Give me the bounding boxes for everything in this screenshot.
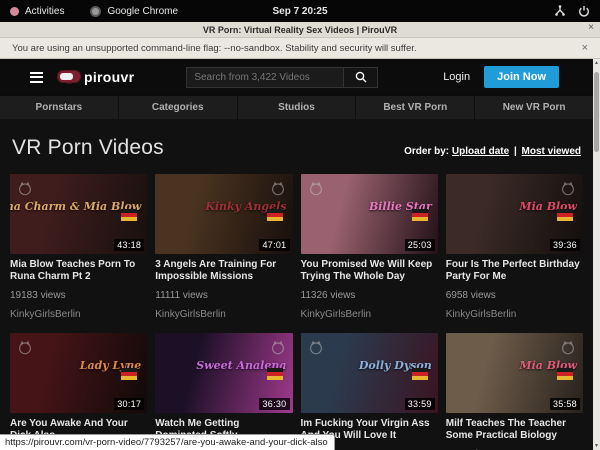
video-duration-badge: 30:17: [114, 398, 144, 410]
video-studio-link[interactable]: KinkyGirlsBerlin: [10, 309, 147, 320]
tab-title[interactable]: VR Porn: Virtual Reality Sex Videos | Pi…: [0, 25, 600, 35]
german-flag-icon: [557, 368, 573, 380]
video-duration-badge: 47:01: [259, 239, 289, 251]
video-grid: Runa Charm & Mia Blow 43:18 Mia Blow Tea…: [0, 172, 593, 450]
german-flag-icon: [267, 209, 283, 221]
video-views: 19183 views: [10, 290, 147, 301]
nav-item-pornstars[interactable]: Pornstars: [0, 96, 118, 119]
status-url-bubble: https://pirouvr.com/vr-porn-video/779325…: [0, 434, 335, 450]
video-views: 6958 views: [446, 290, 583, 301]
nav-item-categories[interactable]: Categories: [119, 96, 237, 119]
browser-tab-strip: VR Porn: Virtual Reality Sex Videos | Pi…: [0, 22, 600, 38]
video-duration-badge: 43:18: [114, 239, 144, 251]
page-viewport: pirouvr Login Join Now PornstarsCategori…: [0, 59, 593, 450]
video-thumbnail[interactable]: Lady Lyne 30:17: [10, 333, 147, 413]
german-flag-icon: [557, 209, 573, 221]
video-card[interactable]: Mia Blow 39:36 Four Is The Perfect Birth…: [446, 174, 583, 320]
cat-mask-watermark-icon: [16, 179, 34, 197]
video-studio-link[interactable]: KinkyGirlsBerlin: [155, 309, 292, 320]
hamburger-menu-icon[interactable]: [30, 72, 43, 83]
vertical-scrollbar[interactable]: ▲ ▼: [593, 59, 600, 450]
video-card[interactable]: Sweet Analena 36:30 Watch Me Getting Dom…: [155, 333, 292, 450]
site-logo[interactable]: pirouvr: [57, 69, 134, 85]
cat-mask-watermark-icon: [559, 179, 577, 197]
search-icon: [355, 71, 367, 83]
nav-item-studios[interactable]: Studios: [238, 96, 356, 119]
join-now-button[interactable]: Join Now: [484, 66, 559, 88]
video-card[interactable]: Lady Lyne 30:17 Are You Awake And Your D…: [10, 333, 147, 450]
nav-item-new-vr-porn[interactable]: New VR Porn: [475, 96, 593, 119]
order-by-label: Order by:: [404, 146, 449, 157]
network-icon[interactable]: [554, 5, 566, 17]
video-card[interactable]: Dolly Dyson 33:59 Im Fucking Your Virgin…: [301, 333, 438, 450]
video-title-link[interactable]: Mia Blow Teaches Porn To Runa Charm Pt 2: [10, 259, 147, 283]
video-duration-badge: 35:58: [550, 398, 580, 410]
cat-mask-watermark-icon: [16, 338, 34, 356]
vr-headset-icon: [57, 70, 81, 85]
cat-mask-watermark-icon: [307, 338, 325, 356]
system-top-bar: Activities Google Chrome Sep 7 20:25: [0, 0, 600, 22]
german-flag-icon: [412, 209, 428, 221]
nav-item-best-vr-porn[interactable]: Best VR Porn: [356, 96, 474, 119]
search-input[interactable]: [186, 67, 344, 88]
power-icon[interactable]: [578, 5, 590, 17]
order-by: Order by: Upload date | Most viewed: [404, 146, 581, 157]
browser-warning-bar: You are using an unsupported command-lin…: [0, 38, 600, 59]
video-card[interactable]: Kinky Angels 47:01 3 Angels Are Training…: [155, 174, 292, 320]
order-upload-date-link[interactable]: Upload date: [452, 146, 509, 157]
order-separator: |: [514, 146, 517, 157]
video-thumbnail[interactable]: Kinky Angels 47:01: [155, 174, 292, 254]
german-flag-icon: [267, 368, 283, 380]
warning-close-icon[interactable]: ×: [582, 42, 588, 54]
login-link[interactable]: Login: [443, 71, 470, 83]
video-thumbnail[interactable]: Mia Blow 39:36: [446, 174, 583, 254]
video-title-link[interactable]: Milf Teaches The Teacher Some Practical …: [446, 418, 583, 442]
video-title-link[interactable]: You Promised We Will Keep Trying The Who…: [301, 259, 438, 283]
cat-mask-watermark-icon: [269, 338, 287, 356]
video-card[interactable]: Mia Blow 35:58 Milf Teaches The Teacher …: [446, 333, 583, 450]
video-duration-badge: 39:36: [550, 239, 580, 251]
recording-indicator-icon: [10, 7, 19, 16]
site-header: pirouvr Login Join Now: [0, 59, 593, 95]
video-card[interactable]: Billie Star 25:03 You Promised We Will K…: [301, 174, 438, 320]
german-flag-icon: [121, 368, 137, 380]
video-studio-link[interactable]: KinkyGirlsBerlin: [446, 309, 583, 320]
main-nav: PornstarsCategoriesStudiosBest VR PornNe…: [0, 95, 593, 119]
page-title: VR Porn Videos: [12, 136, 164, 160]
scrollbar-thumb[interactable]: [594, 72, 599, 152]
scrollbar-up-icon[interactable]: ▲: [593, 60, 600, 66]
video-title-link[interactable]: Four Is The Perfect Birthday Party For M…: [446, 259, 583, 283]
video-duration-badge: 25:03: [405, 239, 435, 251]
video-thumbnail[interactable]: Sweet Analena 36:30: [155, 333, 292, 413]
video-duration-badge: 33:59: [405, 398, 435, 410]
video-thumbnail[interactable]: Dolly Dyson 33:59: [301, 333, 438, 413]
video-views: 11111 views: [155, 290, 292, 301]
german-flag-icon: [121, 209, 137, 221]
video-thumbnail[interactable]: Mia Blow 35:58: [446, 333, 583, 413]
focused-app-menu[interactable]: Google Chrome: [107, 6, 178, 17]
german-flag-icon: [412, 368, 428, 380]
video-duration-badge: 36:30: [259, 398, 289, 410]
logo-text: pirouvr: [84, 69, 134, 85]
activities-button[interactable]: Activities: [25, 6, 64, 17]
tab-close-icon[interactable]: ×: [588, 22, 594, 33]
cat-mask-watermark-icon: [269, 179, 287, 197]
search-button[interactable]: [344, 67, 378, 88]
chrome-icon: [90, 6, 101, 17]
video-card[interactable]: Runa Charm & Mia Blow 43:18 Mia Blow Tea…: [10, 174, 147, 320]
page-title-row: VR Porn Videos Order by: Upload date | M…: [0, 119, 593, 172]
scrollbar-down-icon[interactable]: ▼: [593, 443, 600, 449]
video-title-link[interactable]: 3 Angels Are Training For Impossible Mis…: [155, 259, 292, 283]
video-studio-link[interactable]: KinkyGirlsBerlin: [301, 309, 438, 320]
video-thumbnail[interactable]: Runa Charm & Mia Blow 43:18: [10, 174, 147, 254]
warning-text: You are using an unsupported command-lin…: [12, 43, 417, 54]
search-group: [186, 67, 378, 88]
order-most-viewed-link[interactable]: Most viewed: [522, 146, 581, 157]
video-thumbnail[interactable]: Billie Star 25:03: [301, 174, 438, 254]
video-views: 11326 views: [301, 290, 438, 301]
cat-mask-watermark-icon: [307, 179, 325, 197]
cat-mask-watermark-icon: [559, 338, 577, 356]
